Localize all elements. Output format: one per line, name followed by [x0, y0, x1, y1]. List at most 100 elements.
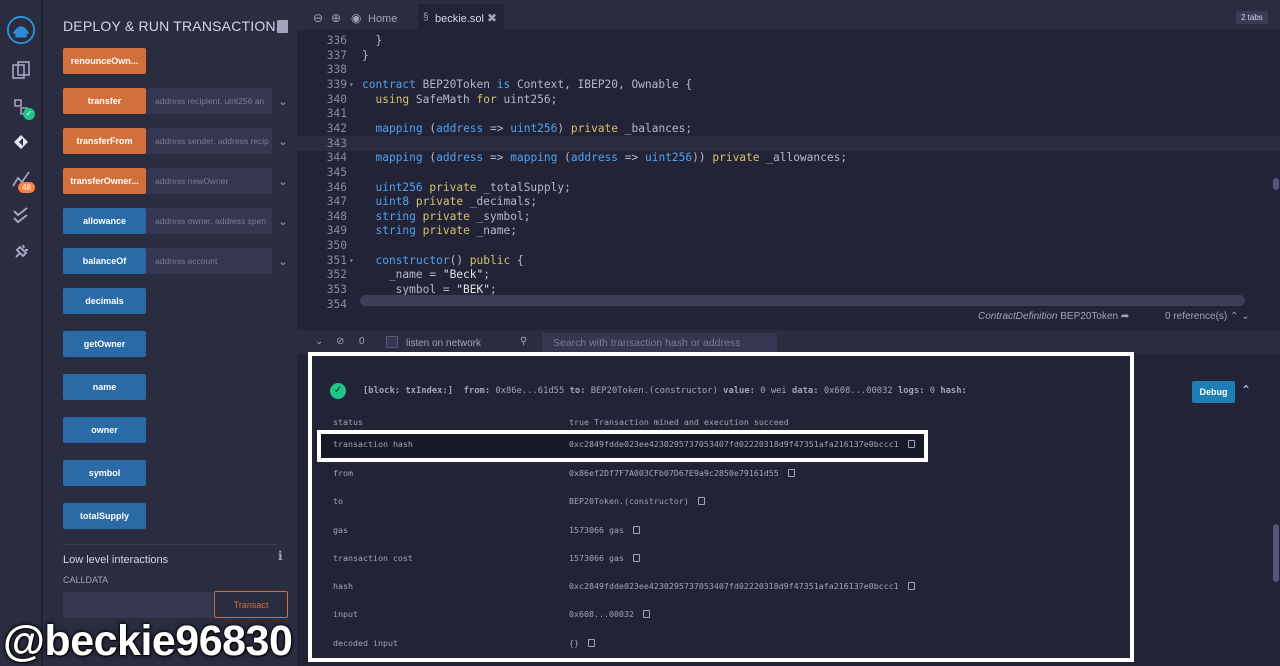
deploy-run-panel: DEPLOY & RUN TRANSACTIONS renounceOwn...…	[43, 0, 297, 666]
listen-network-checkbox[interactable]	[386, 336, 398, 348]
code-line[interactable]: 342 mapping (address => uint256) private…	[297, 121, 1280, 136]
prev-reference-icon[interactable]: ⌃	[1230, 311, 1238, 322]
code-line[interactable]: 349 string private _name;	[297, 223, 1280, 238]
code-editor[interactable]: 336 } 337} 338 339 ▾ contract BEP20Token is C…	[297, 30, 1280, 309]
clear-console-icon[interactable]: ⊘	[336, 336, 344, 347]
function-args-input[interactable]: address newOwner	[146, 168, 272, 194]
chevron-down-icon[interactable]: ⌄	[272, 88, 294, 114]
code-text: string private _symbol;	[375, 209, 531, 223]
fold-toggle-icon[interactable]: ▾	[349, 253, 354, 268]
test-checks-icon[interactable]	[9, 204, 33, 228]
line-number: 346	[326, 180, 347, 194]
function-button[interactable]: balanceOf	[63, 248, 146, 274]
chevron-up-icon[interactable]: ⌃	[1241, 383, 1251, 397]
function-row: decimals	[63, 288, 146, 314]
close-tab-icon[interactable]: ✖	[487, 11, 497, 25]
collapse-terminal-icon[interactable]: ⌄	[315, 336, 323, 347]
code-line[interactable]: 347 uint8 private _decimals;	[297, 194, 1280, 209]
zoom-out-icon[interactable]: ⊖	[313, 11, 323, 25]
function-button[interactable]: owner	[63, 417, 146, 443]
line-number: 348	[326, 209, 347, 223]
function-button[interactable]: name	[63, 374, 146, 400]
calldata-input[interactable]	[63, 592, 213, 618]
debug-button[interactable]: Debug	[1192, 381, 1235, 403]
search-icon: ⚲	[520, 336, 528, 347]
fold-toggle-icon[interactable]: ▾	[349, 77, 354, 92]
chevron-down-icon[interactable]: ⌄	[272, 248, 294, 274]
code-text: mapping (address => uint256) private _ba…	[375, 121, 693, 135]
function-button[interactable]: symbol	[63, 460, 146, 486]
analysis-badge: 48	[18, 182, 35, 193]
transaction-search-input[interactable]: Search with transaction hash or address	[542, 333, 777, 353]
code-text: mapping (address => mapping (address => …	[375, 151, 848, 165]
code-line[interactable]: 348 string private _symbol;	[297, 209, 1280, 224]
deploy-run-icon[interactable]	[9, 130, 33, 154]
function-button[interactable]: transferOwner...	[63, 168, 146, 194]
function-button[interactable]: getOwner	[63, 331, 146, 357]
home-icon[interactable]: ◉	[351, 11, 361, 25]
code-line[interactable]: 346 uint256 private _totalSupply;	[297, 180, 1280, 195]
chevron-down-icon[interactable]: ⌄	[272, 128, 294, 154]
code-line[interactable]: 350	[297, 238, 1280, 253]
listen-network-label: listen on network	[406, 338, 482, 349]
zoom-in-icon[interactable]: ⊕	[331, 11, 341, 25]
function-button[interactable]: transfer	[63, 88, 146, 114]
chevron-down-icon[interactable]: ⌄	[272, 208, 294, 234]
function-args-input[interactable]: address sender, address recip	[146, 128, 272, 154]
compile-success-icon: ✓	[23, 108, 35, 120]
function-args-input[interactable]: address owner, address spen	[146, 208, 272, 234]
contract-definition-name: BEP20Token	[1060, 311, 1119, 322]
tabs-count-badge[interactable]: 2 tabs	[1236, 11, 1268, 24]
code-line[interactable]: 337}	[297, 48, 1280, 63]
horizontal-scrollbar[interactable]	[360, 295, 1245, 306]
function-args-input[interactable]: address account	[146, 248, 272, 274]
tab-home[interactable]: Home	[368, 13, 397, 25]
documentation-icon[interactable]	[277, 20, 288, 33]
function-button[interactable]: allowance	[63, 208, 146, 234]
file-explorer-icon[interactable]	[9, 58, 33, 82]
transact-button[interactable]: Transact	[214, 591, 288, 618]
contract-definition: ContractDefinition BEP20Token ➦	[978, 311, 1129, 322]
line-number: 353	[326, 283, 347, 297]
code-line[interactable]: 339 ▾ contract BEP20Token is Context, IBEP…	[297, 77, 1280, 92]
code-text: using SafeMath for uint256;	[375, 92, 558, 106]
plugin-manager-icon[interactable]	[9, 240, 33, 264]
function-row: transferOwner... address newOwner ⌄	[63, 168, 294, 194]
code-line[interactable]: 336 }	[297, 33, 1280, 48]
line-number: 343	[326, 136, 347, 150]
editor-vertical-scrollbar[interactable]	[1273, 178, 1279, 190]
code-line[interactable]: 343	[297, 135, 1280, 151]
function-button[interactable]: decimals	[63, 288, 146, 314]
code-text: uint8 private _decimals;	[375, 195, 538, 209]
code-line[interactable]: 344 mapping (address => mapping (address…	[297, 150, 1280, 165]
code-line[interactable]: 338	[297, 62, 1280, 77]
function-args-input[interactable]: address recipient, uint256 an	[146, 88, 272, 114]
code-text: _name = "Beck";	[362, 268, 490, 282]
code-line[interactable]: 345	[297, 165, 1280, 180]
info-icon[interactable]: i	[278, 549, 283, 563]
code-line[interactable]: 340 using SafeMath for uint256;	[297, 92, 1280, 107]
function-row: owner	[63, 417, 146, 443]
code-line[interactable]: 341	[297, 106, 1280, 121]
line-number: 352	[326, 268, 347, 282]
function-button[interactable]: totalSupply	[63, 503, 146, 529]
terminal-vertical-scrollbar[interactable]	[1273, 524, 1279, 582]
annotation-box-hash	[317, 430, 928, 462]
line-number: 349	[326, 224, 347, 238]
line-number: 345	[326, 165, 347, 179]
remix-logo-icon[interactable]	[5, 14, 37, 46]
code-line[interactable]: 351 ▾ constructor() public {	[297, 253, 1280, 268]
tab-file-label[interactable]: beckie.sol	[435, 13, 484, 25]
goto-definition-icon[interactable]: ➦	[1121, 311, 1129, 322]
next-reference-icon[interactable]: ⌄	[1241, 311, 1249, 322]
line-number: 342	[326, 121, 347, 135]
code-line[interactable]: 352 _name = "Beck";	[297, 267, 1280, 282]
function-button[interactable]: renounceOwn...	[63, 48, 146, 74]
function-button[interactable]: transferFrom	[63, 128, 146, 154]
low-level-interactions-title: Low level interactions	[63, 554, 169, 566]
pending-tx-count: 0	[359, 336, 365, 347]
chevron-down-icon[interactable]: ⌄	[272, 168, 294, 194]
function-row: getOwner	[63, 331, 146, 357]
line-number: 339	[326, 77, 347, 91]
line-number: 336	[326, 34, 347, 47]
